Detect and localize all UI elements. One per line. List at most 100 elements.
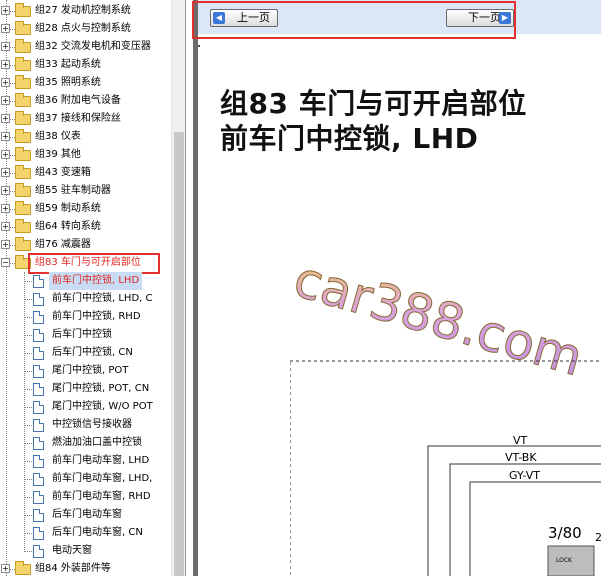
expand-icon[interactable]: + xyxy=(1,240,10,249)
tree-item-label: 后车门电动车窗, CN xyxy=(52,527,143,538)
tree-item[interactable]: 前车门中控锁, LHD xyxy=(0,272,171,290)
circuit-diagram: VT VT-BK GY-VT 3/80 2 LOCK xyxy=(290,360,601,576)
tree-pane: + 组27 发动机控制系统 + 组28 点火与控制系统 + 组32 交流发电机和… xyxy=(0,0,171,576)
folder-icon xyxy=(15,111,31,125)
tree-item[interactable]: 后车门中控锁 xyxy=(0,326,171,344)
tree-group-37[interactable]: + 组37 接线和保险丝 xyxy=(0,110,171,128)
document-icon xyxy=(33,293,44,306)
tree-item[interactable]: 中控锁信号接收器 xyxy=(0,416,171,434)
tree-item-label: 后车门电动车窗 xyxy=(52,509,122,520)
expand-icon[interactable]: + xyxy=(1,168,10,177)
tree-item-label: 尾门中控锁, W/O POT xyxy=(52,401,153,412)
tree-group-32[interactable]: + 组32 交流发电机和变压器 xyxy=(0,38,171,56)
expand-icon[interactable]: + xyxy=(1,204,10,213)
tree-item-label: 尾门中控锁, POT, CN xyxy=(52,383,150,394)
tree-group-label: 组76 减震器 xyxy=(35,239,91,250)
document-icon xyxy=(33,365,44,378)
page-title-line2: 前车门中控锁, LHD xyxy=(220,122,479,155)
annotation-highlight-box xyxy=(28,253,160,274)
expand-icon[interactable]: + xyxy=(1,564,10,573)
folder-icon xyxy=(15,93,31,107)
document-viewer: ◀ 上一页 下一页 ▶ 组83 车门与可开启部位 前车门中控锁, LHD car… xyxy=(185,0,601,576)
collapse-icon[interactable]: − xyxy=(1,258,10,267)
tree-item[interactable]: 前车门电动车窗, RHD xyxy=(0,488,171,506)
pin-label: 2 xyxy=(595,531,601,544)
tree-group-label: 组36 附加电气设备 xyxy=(35,95,121,106)
tree-group-36[interactable]: + 组36 附加电气设备 xyxy=(0,92,171,110)
folder-icon xyxy=(15,219,31,233)
tree-group-38[interactable]: + 组38 仪表 xyxy=(0,128,171,146)
tree-group-label: 组84 外装部件等 xyxy=(35,563,111,574)
scrollbar-thumb[interactable] xyxy=(174,132,184,576)
tree-group-label: 组33 起动系统 xyxy=(35,59,101,70)
tree-group-76[interactable]: + 组76 减震器 xyxy=(0,236,171,254)
tree-item[interactable]: 前车门中控锁, RHD xyxy=(0,308,171,326)
tree-group-28[interactable]: + 组28 点火与控制系统 xyxy=(0,20,171,38)
expand-icon[interactable]: + xyxy=(1,114,10,123)
tree-item[interactable]: 尾门中控锁, POT xyxy=(0,362,171,380)
folder-icon xyxy=(15,237,31,251)
expand-icon[interactable]: + xyxy=(1,6,10,15)
expand-icon[interactable]: + xyxy=(1,186,10,195)
tree-item[interactable]: 电动天窗 xyxy=(0,542,171,560)
tree-scrollbar[interactable] xyxy=(171,0,185,576)
folder-icon xyxy=(15,57,31,71)
tree-item[interactable]: 后车门中控锁, CN xyxy=(0,344,171,362)
tree-group-39[interactable]: + 组39 其他 xyxy=(0,146,171,164)
wire-label-gy-vt: GY-VT xyxy=(509,469,540,482)
tree-item[interactable]: 后车门电动车窗, CN xyxy=(0,524,171,542)
document-icon xyxy=(33,509,44,522)
tree-item-label: 后车门中控锁 xyxy=(52,329,112,340)
tree-item[interactable]: 后车门电动车窗 xyxy=(0,506,171,524)
document-icon xyxy=(33,329,44,342)
page-title-line1: 组83 车门与可开启部位 xyxy=(220,87,527,120)
page-mark xyxy=(198,45,200,47)
expand-icon[interactable]: + xyxy=(1,24,10,33)
expand-icon[interactable]: + xyxy=(1,78,10,87)
tree-item[interactable]: 尾门中控锁, W/O POT xyxy=(0,398,171,416)
tree-item[interactable]: 前车门电动车窗, LHD xyxy=(0,452,171,470)
folder-icon xyxy=(15,147,31,161)
tree-item-label: 前车门中控锁, LHD xyxy=(49,272,143,290)
tree-item[interactable]: 前车门中控锁, LHD, C xyxy=(0,290,171,308)
tree-item-label: 后车门中控锁, CN xyxy=(52,347,133,358)
document-icon xyxy=(33,401,44,414)
expand-icon[interactable]: + xyxy=(1,132,10,141)
folder-icon xyxy=(15,39,31,53)
tree-item-label: 前车门电动车窗, RHD xyxy=(52,491,151,502)
document-icon xyxy=(33,383,44,396)
folder-icon xyxy=(15,75,31,89)
annotation-highlight-box xyxy=(192,1,516,39)
tree-group-43[interactable]: + 组43 变速箱 xyxy=(0,164,171,182)
folder-icon xyxy=(15,165,31,179)
tree-group-33[interactable]: + 组33 起动系统 xyxy=(0,56,171,74)
tree-item-label: 前车门电动车窗, LHD xyxy=(52,455,150,466)
tree-group-label: 组32 交流发电机和变压器 xyxy=(35,41,151,52)
tree-group-label: 组55 驻车制动器 xyxy=(35,185,111,196)
tree-group-55[interactable]: + 组55 驻车制动器 xyxy=(0,182,171,200)
expand-icon[interactable]: + xyxy=(1,150,10,159)
document-icon xyxy=(33,545,44,558)
tree-group-35[interactable]: + 组35 照明系统 xyxy=(0,74,171,92)
tree-item-label: 燃油加油口盖中控锁 xyxy=(52,437,142,448)
tree-item-label: 尾门中控锁, POT xyxy=(52,365,129,376)
component-label: LOCK xyxy=(556,557,573,564)
expand-icon[interactable]: + xyxy=(1,222,10,231)
document-icon xyxy=(33,473,44,486)
tree-group-label: 组43 变速箱 xyxy=(35,167,91,178)
tree-group-59[interactable]: + 组59 制动系统 xyxy=(0,200,171,218)
tree-item[interactable]: 燃油加油口盖中控锁 xyxy=(0,434,171,452)
tree-item[interactable]: 尾门中控锁, POT, CN xyxy=(0,380,171,398)
folder-icon xyxy=(15,3,31,17)
tree-item-label: 电动天窗 xyxy=(52,545,92,556)
tree-group-64[interactable]: + 组64 转向系统 xyxy=(0,218,171,236)
expand-icon[interactable]: + xyxy=(1,42,10,51)
expand-icon[interactable]: + xyxy=(1,96,10,105)
document-icon xyxy=(33,437,44,450)
expand-icon[interactable]: + xyxy=(1,60,10,69)
tree-group-84[interactable]: + 组84 外装部件等 xyxy=(0,560,171,576)
tree-item-label: 前车门中控锁, LHD, C xyxy=(52,293,153,304)
tree-group-27[interactable]: + 组27 发动机控制系统 xyxy=(0,2,171,20)
folder-icon xyxy=(15,129,31,143)
tree-item[interactable]: 前车门电动车窗, LHD, xyxy=(0,470,171,488)
